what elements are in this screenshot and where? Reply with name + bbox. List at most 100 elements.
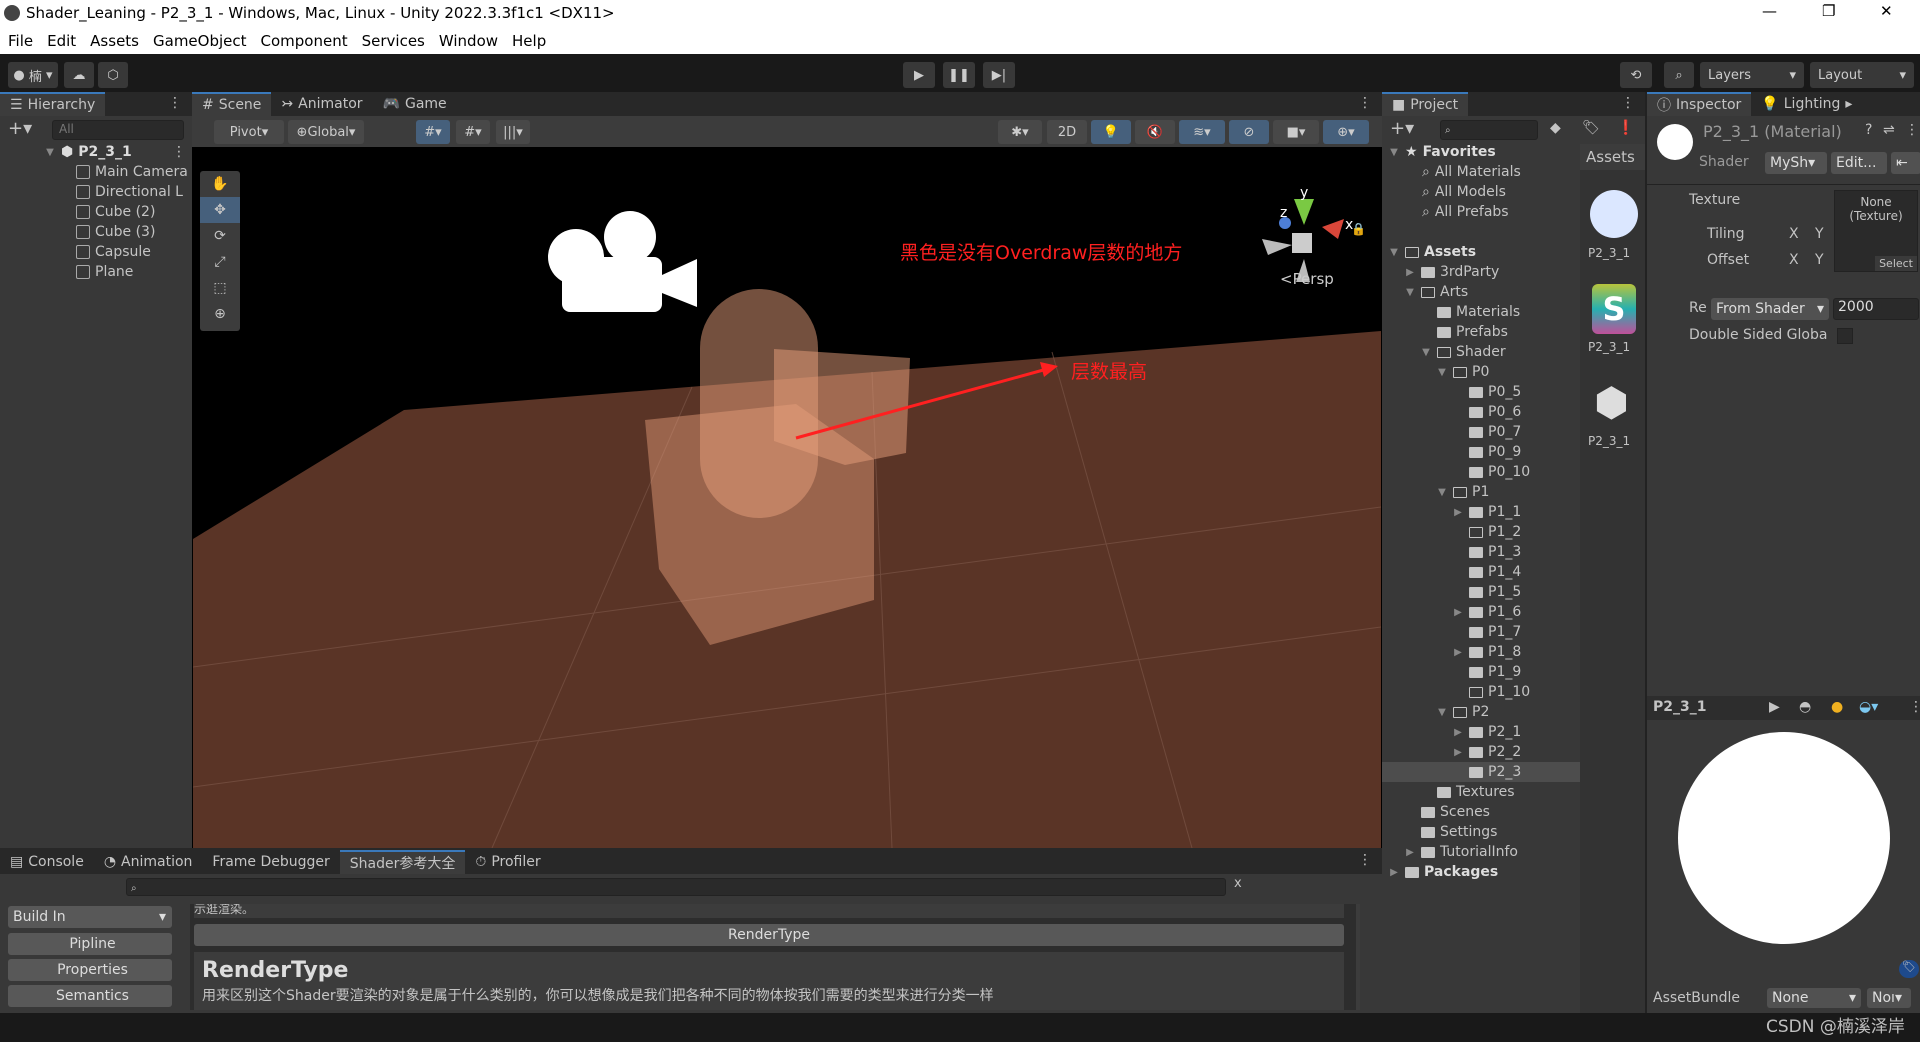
panel-menu-icon[interactable]: ⋮ <box>1358 852 1372 868</box>
effects-dropdown[interactable]: ≋▾ <box>1179 120 1225 144</box>
properties-button[interactable]: Properties <box>8 959 172 981</box>
project-folder[interactable]: ▶ P1_1 <box>1452 502 1521 522</box>
menu-file[interactable]: File <box>8 32 33 50</box>
project-folder[interactable]: Prefabs <box>1420 322 1508 342</box>
project-folder[interactable]: P1_4 <box>1452 562 1521 582</box>
project-folder[interactable]: P1_10 <box>1452 682 1530 702</box>
fold-arrow-icon[interactable]: ▶ <box>1404 267 1416 278</box>
presets-icon[interactable]: ⇌ <box>1883 122 1895 138</box>
project-folder[interactable]: P0_7 <box>1452 422 1521 442</box>
assetbundle-dropdown[interactable]: None ▾ <box>1767 988 1861 1008</box>
shader-icon[interactable]: S <box>1592 284 1636 334</box>
project-folder[interactable]: Textures <box>1420 782 1515 802</box>
texture-slot[interactable]: None (Texture) Select <box>1834 190 1918 272</box>
project-folder[interactable]: P1_2 <box>1452 522 1521 542</box>
project-folder[interactable]: P1_7 <box>1452 622 1521 642</box>
project-folder[interactable]: ▶ Packages <box>1388 862 1498 882</box>
account-button[interactable]: ● 楠 ▾ <box>8 62 58 88</box>
hierarchy-search[interactable]: All <box>52 120 184 140</box>
minimize-button[interactable]: — <box>1762 2 1777 20</box>
hierarchy-item[interactable]: Cube (3) <box>76 222 155 242</box>
cloud-button[interactable]: ☁ <box>64 62 94 88</box>
hierarchy-item[interactable]: Cube (2) <box>76 202 155 222</box>
menu-assets[interactable]: Assets <box>90 32 139 50</box>
asset-label-icon[interactable]: 🏷 <box>1899 960 1919 978</box>
lighting-toggle[interactable]: 💡 <box>1091 120 1131 144</box>
material-thumbnail[interactable] <box>1590 190 1638 238</box>
project-folder[interactable]: Settings <box>1404 822 1497 842</box>
tab-game[interactable]: 🎮 Game <box>373 92 457 116</box>
grid-snap-button[interactable]: #▾ <box>416 120 450 144</box>
texture-select-button[interactable]: Select <box>1875 256 1917 271</box>
menu-component[interactable]: Component <box>261 32 348 50</box>
project-folder[interactable]: ▶ P1_8 <box>1452 642 1521 662</box>
clear-search-button[interactable]: x <box>1234 876 1242 891</box>
tab-animator[interactable]: ↣ Animator <box>271 92 372 116</box>
preview-sky-dropdown[interactable]: ◒▾ <box>1859 699 1878 715</box>
hierarchy-item[interactable]: Main Camera <box>76 162 188 182</box>
panel-menu-icon[interactable]: ⋮ <box>1621 95 1635 111</box>
project-folder[interactable]: ▼ P1 <box>1436 482 1489 502</box>
tab-lighting[interactable]: 💡 Lighting ▸ <box>1751 92 1862 116</box>
pivot-dropdown[interactable]: Pivot ▾ <box>214 120 284 144</box>
project-folder[interactable]: P0_9 <box>1452 442 1521 462</box>
filter-label-icon[interactable]: 🏷 <box>1582 120 1600 136</box>
preview-mesh-button[interactable]: ◓ <box>1799 699 1811 715</box>
lock-icon[interactable]: 🔒 <box>1351 222 1366 236</box>
fav-all-prefabs[interactable]: ⌕ All Prefabs <box>1422 202 1509 222</box>
rotate-tool[interactable]: ⟳ <box>200 223 240 249</box>
play-button[interactable]: ▶ <box>903 62 935 88</box>
projection-toggle[interactable]: <Persp <box>1280 270 1334 288</box>
project-folder[interactable]: Materials <box>1420 302 1520 322</box>
restore-button[interactable]: ❐ <box>1822 2 1835 20</box>
pipline-button[interactable]: Pipline <box>8 933 172 955</box>
tab-inspector[interactable]: ⓘ Inspector <box>1647 92 1752 116</box>
render-queue-dropdown[interactable]: From Shader ▾ <box>1711 298 1829 320</box>
search-button[interactable]: ⌕ <box>1664 62 1694 88</box>
project-folder[interactable]: P0_5 <box>1452 382 1521 402</box>
fav-all-models[interactable]: ⌕ All Models <box>1422 182 1506 202</box>
scene-viewport[interactable]: 黑色是没有Overdraw层数的地方 层数最高 y x z <Persp 🔒 ✋… <box>192 147 1382 848</box>
version-control-button[interactable]: ⬡ <box>98 62 128 88</box>
create-button[interactable]: +▾ <box>1390 118 1414 139</box>
move-tool[interactable]: ✥ <box>200 197 240 223</box>
tab-shader-reference[interactable]: Shader参考大全 <box>339 850 466 874</box>
project-folder[interactable]: P1_3 <box>1452 542 1521 562</box>
menu-window[interactable]: Window <box>439 32 498 50</box>
fold-arrow-icon[interactable]: ▶ <box>1404 847 1416 858</box>
render-queue-input[interactable]: 2000 <box>1833 298 1919 320</box>
more-icon[interactable]: ⋮ <box>1905 122 1919 138</box>
semantics-button[interactable]: Semantics <box>8 985 172 1007</box>
fold-arrow-icon[interactable]: ▶ <box>1452 607 1464 618</box>
fold-arrow-icon[interactable]: ▶ <box>1388 867 1400 878</box>
fold-arrow-icon[interactable]: ▶ <box>1452 647 1464 658</box>
shader-search-input[interactable]: ⌕ <box>126 878 1226 896</box>
hierarchy-item[interactable]: Plane <box>76 262 133 282</box>
project-search[interactable]: ⌕ <box>1440 120 1538 140</box>
project-folder[interactable]: ▼ Shader <box>1420 342 1505 362</box>
debug-draw-dropdown[interactable]: ✱▾ <box>998 120 1042 144</box>
close-button[interactable]: ✕ <box>1880 2 1893 20</box>
pipeline-select[interactable]: Build In ▾ <box>8 906 172 928</box>
ruler-button[interactable]: |||▾ <box>496 120 530 144</box>
preview-light-button[interactable]: ● <box>1831 699 1843 715</box>
project-folder[interactable]: P0_6 <box>1452 402 1521 422</box>
history-button[interactable]: ⟲ <box>1620 62 1652 88</box>
hand-tool[interactable]: ✋ <box>200 171 240 197</box>
preview-play-button[interactable]: ▶ <box>1769 699 1780 715</box>
tab-scene[interactable]: # Scene <box>192 92 272 116</box>
project-folder[interactable]: ▼ Assets <box>1388 242 1476 262</box>
filter-type-icon[interactable]: ◆ <box>1550 120 1561 136</box>
menu-edit[interactable]: Edit <box>47 32 76 50</box>
tab-frame-debugger[interactable]: Frame Debugger <box>202 850 339 874</box>
transform-tool[interactable]: ⊕ <box>200 301 240 327</box>
project-folder[interactable]: ▼ Arts <box>1404 282 1468 302</box>
rect-tool[interactable]: ⬚ <box>200 275 240 301</box>
favorites-folder[interactable]: ▼ ★ Favorites <box>1388 142 1496 162</box>
project-folder[interactable]: ▶ 3rdParty <box>1404 262 1499 282</box>
visibility-toggle[interactable]: ⊘ <box>1229 120 1269 144</box>
shader-menu-button[interactable]: ⇤ <box>1891 152 1920 174</box>
step-button[interactable]: ▶| <box>983 62 1015 88</box>
scene-menu-icon[interactable]: ⋮ <box>172 144 186 160</box>
edit-shader-button[interactable]: Edit... <box>1831 152 1887 174</box>
